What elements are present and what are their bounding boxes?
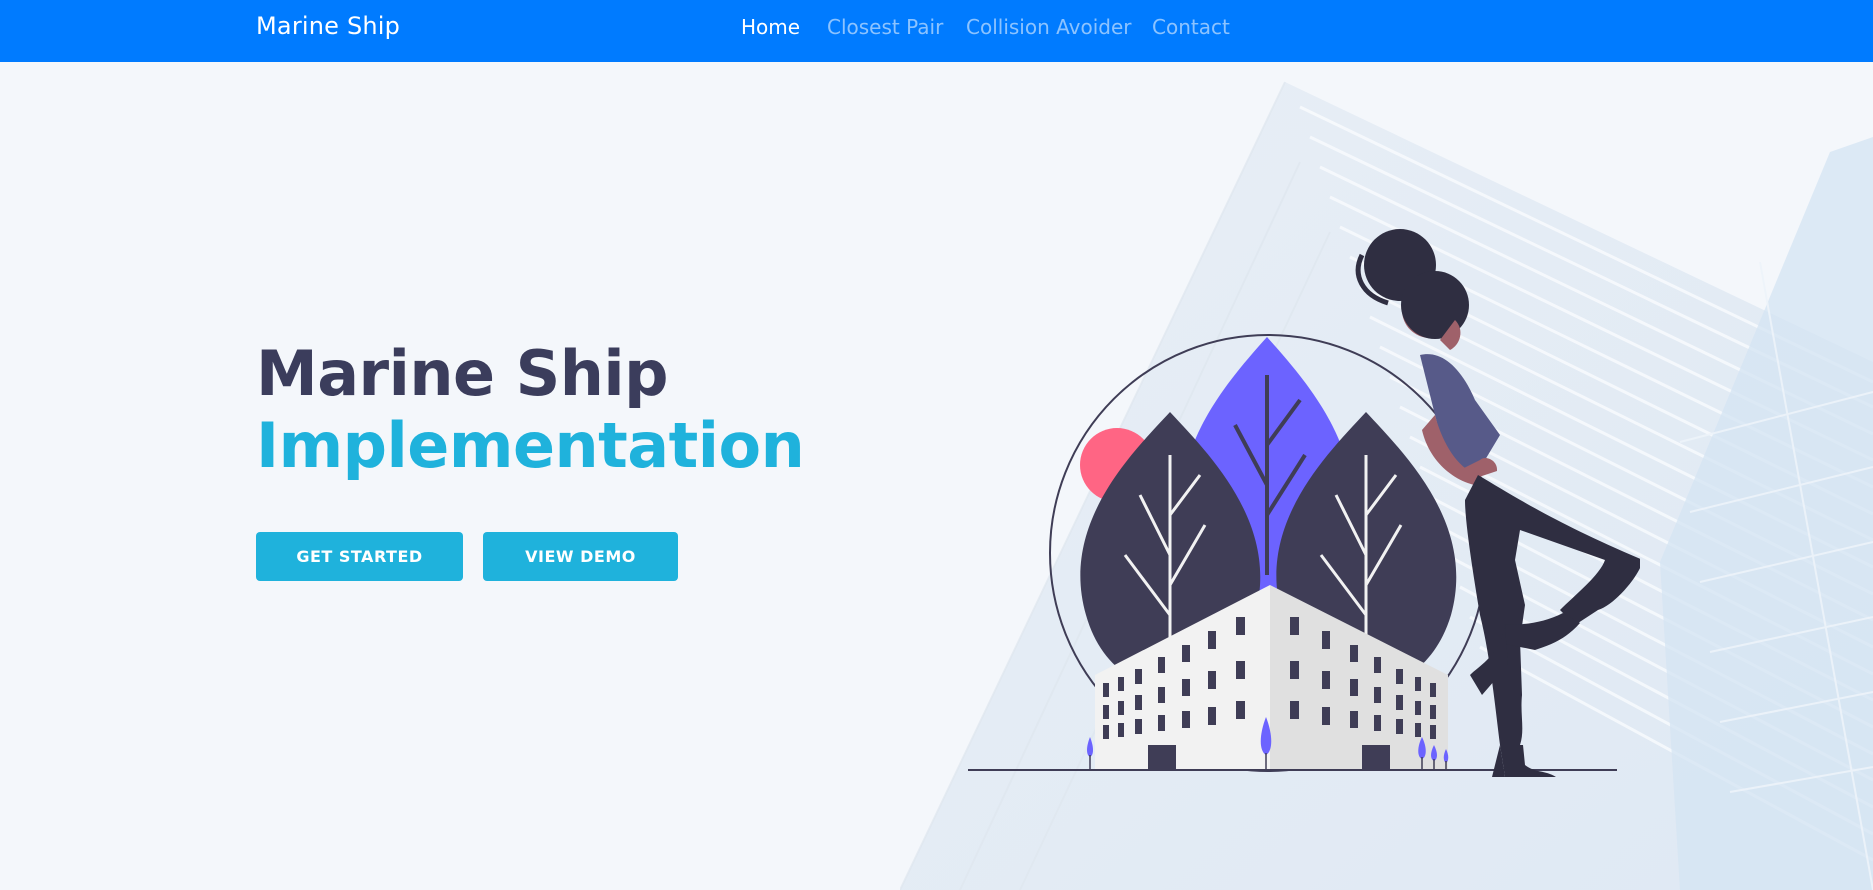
top-navbar: Marine Ship Home Closest Pair Collision … xyxy=(0,0,1873,62)
woman-leaning-on-building-illustration xyxy=(968,229,1640,777)
nav-contact[interactable]: Contact xyxy=(1152,15,1230,39)
hero-title: Marine Ship Implementation xyxy=(256,337,805,482)
nav-collision-avoider[interactable]: Collision Avoider xyxy=(966,15,1131,39)
nav-home[interactable]: Home xyxy=(741,15,800,39)
brand-logo[interactable]: Marine Ship xyxy=(256,12,400,40)
get-started-button[interactable]: GET STARTED xyxy=(256,532,463,581)
view-demo-button[interactable]: VIEW DEMO xyxy=(483,532,678,581)
nav-closest-pair[interactable]: Closest Pair xyxy=(827,15,943,39)
hero-title-line1: Marine Ship xyxy=(256,337,669,410)
hero-title-line2: Implementation xyxy=(256,409,805,482)
